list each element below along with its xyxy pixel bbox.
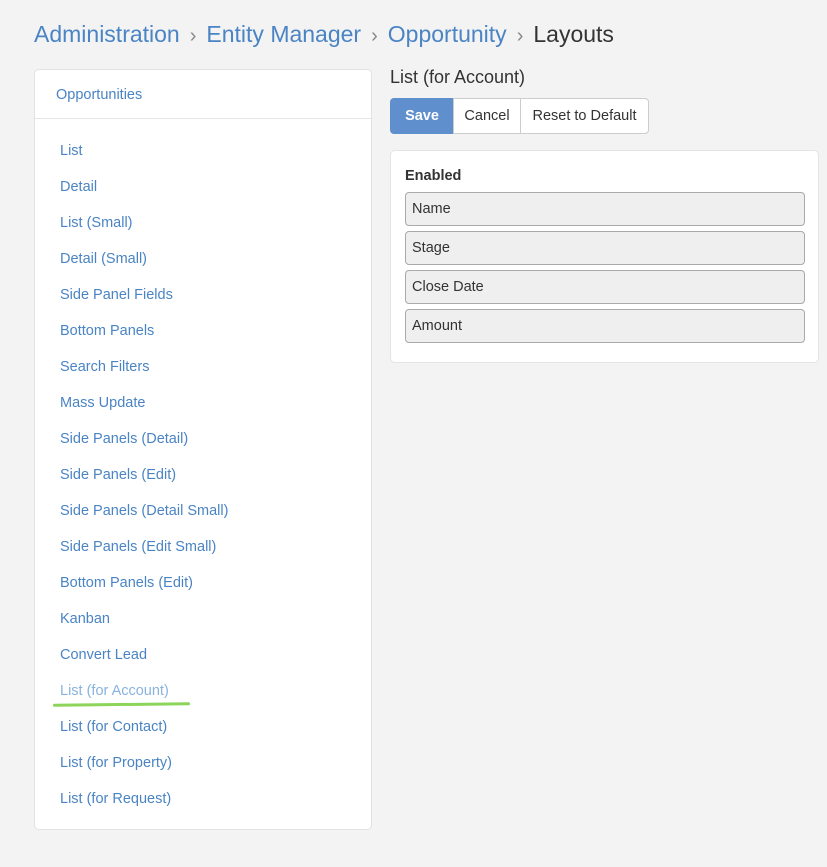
breadcrumb-administration[interactable]: Administration — [34, 21, 180, 47]
sidebar-item-label: List (for Request) — [60, 791, 172, 807]
breadcrumb-entity-manager[interactable]: Entity Manager — [206, 21, 361, 47]
sidebar-item-mass-update[interactable]: Mass Update — [35, 385, 371, 421]
breadcrumb-separator: › — [371, 25, 378, 47]
sidebar-item-label: List (for Contact) — [60, 719, 168, 735]
sidebar-item-label: Side Panels (Edit) — [60, 467, 177, 483]
sidebar-item-side-panels-detail[interactable]: Side Panels (Detail) — [35, 421, 371, 457]
sidebar-header-label[interactable]: Opportunities — [56, 87, 142, 103]
sidebar-item-label: Detail — [60, 179, 98, 195]
breadcrumb: Administration › Entity Manager › Opportunit… — [34, 20, 614, 50]
sidebar-item-label: Kanban — [60, 611, 110, 627]
sidebar-item-side-panels-edit-small[interactable]: Side Panels (Edit Small) — [35, 529, 371, 565]
breadcrumb-separator: › — [189, 25, 197, 47]
sidebar-item-label: List (for Account) — [60, 683, 169, 699]
breadcrumb-separator: › — [516, 25, 524, 47]
sidebar-item-search-filters[interactable]: Search Filters — [35, 349, 371, 385]
enabled-fields-panel: Enabled Name Stage Close Date Amount — [390, 150, 819, 363]
sidebar-item-label: Bottom Panels — [60, 323, 155, 339]
sidebar-item-bottom-panels-edit[interactable]: Bottom Panels (Edit) — [35, 565, 371, 601]
enabled-field-item[interactable]: Amount — [405, 309, 805, 343]
sidebar-item-label: Side Panel Fields — [60, 287, 173, 303]
sidebar-item-label: Side Panels (Edit Small) — [60, 539, 217, 555]
breadcrumb-current: Layouts — [533, 21, 614, 47]
sidebar-item-detail[interactable]: Detail — [35, 169, 371, 205]
reset-to-default-button[interactable]: Reset to Default — [520, 98, 649, 134]
layouts-sidebar: Opportunities List Detail List (Small) Deta… — [34, 69, 372, 830]
sidebar-item-side-panels-edit[interactable]: Side Panels (Edit) — [35, 457, 371, 493]
enabled-field-item[interactable]: Stage — [405, 231, 805, 265]
sidebar-item-list-for-contact[interactable]: List (for Contact) — [35, 709, 371, 745]
sidebar-item-side-panel-fields[interactable]: Side Panel Fields — [35, 277, 371, 313]
enabled-field-item[interactable]: Close Date — [405, 270, 805, 304]
page-title: List (for Account) — [390, 67, 526, 87]
sidebar-item-convert-lead[interactable]: Convert Lead — [35, 637, 371, 673]
enabled-field-item[interactable]: Name — [405, 192, 805, 226]
sidebar-item-label: Side Panels (Detail) — [60, 431, 189, 447]
sidebar-item-label: Search Filters — [60, 359, 150, 375]
enabled-field-list: Name Stage Close Date Amount — [405, 192, 805, 348]
sidebar-item-list-for-request[interactable]: List (for Request) — [35, 781, 371, 817]
sidebar-item-list[interactable]: List — [35, 133, 371, 169]
sidebar-item-label: Mass Update — [60, 395, 146, 411]
sidebar-item-label: List (Small) — [60, 215, 133, 231]
sidebar-item-label: Detail (Small) — [60, 251, 148, 267]
sidebar-item-label: List (for Property) — [60, 755, 172, 771]
breadcrumb-opportunity[interactable]: Opportunity — [388, 21, 507, 47]
cancel-button[interactable]: Cancel — [453, 98, 521, 134]
sidebar-item-list-for-property[interactable]: List (for Property) — [35, 745, 371, 781]
sidebar-item-label: Bottom Panels (Edit) — [60, 575, 193, 591]
sidebar-header[interactable]: Opportunities — [35, 70, 371, 119]
save-button[interactable]: Save — [390, 98, 454, 134]
sidebar-item-detail-small[interactable]: Detail (Small) — [35, 241, 371, 277]
sidebar-item-side-panels-detail-small[interactable]: Side Panels (Detail Small) — [35, 493, 371, 529]
sidebar-item-list-for-account[interactable]: List (for Account) — [35, 673, 371, 709]
sidebar-item-label: Side Panels (Detail Small) — [60, 503, 229, 519]
sidebar-item-kanban[interactable]: Kanban — [35, 601, 371, 637]
sidebar-item-list-small[interactable]: List (Small) — [35, 205, 371, 241]
enabled-title: Enabled — [405, 168, 462, 184]
sidebar-item-label: Convert Lead — [60, 647, 148, 663]
action-button-group: Save Cancel Reset to Default — [390, 98, 649, 134]
sidebar-item-bottom-panels[interactable]: Bottom Panels — [35, 313, 371, 349]
active-highlight-underline — [52, 702, 191, 707]
sidebar-item-label: List — [60, 143, 83, 159]
sidebar-list: List Detail List (Small) Detail (Small) Side… — [35, 119, 371, 817]
